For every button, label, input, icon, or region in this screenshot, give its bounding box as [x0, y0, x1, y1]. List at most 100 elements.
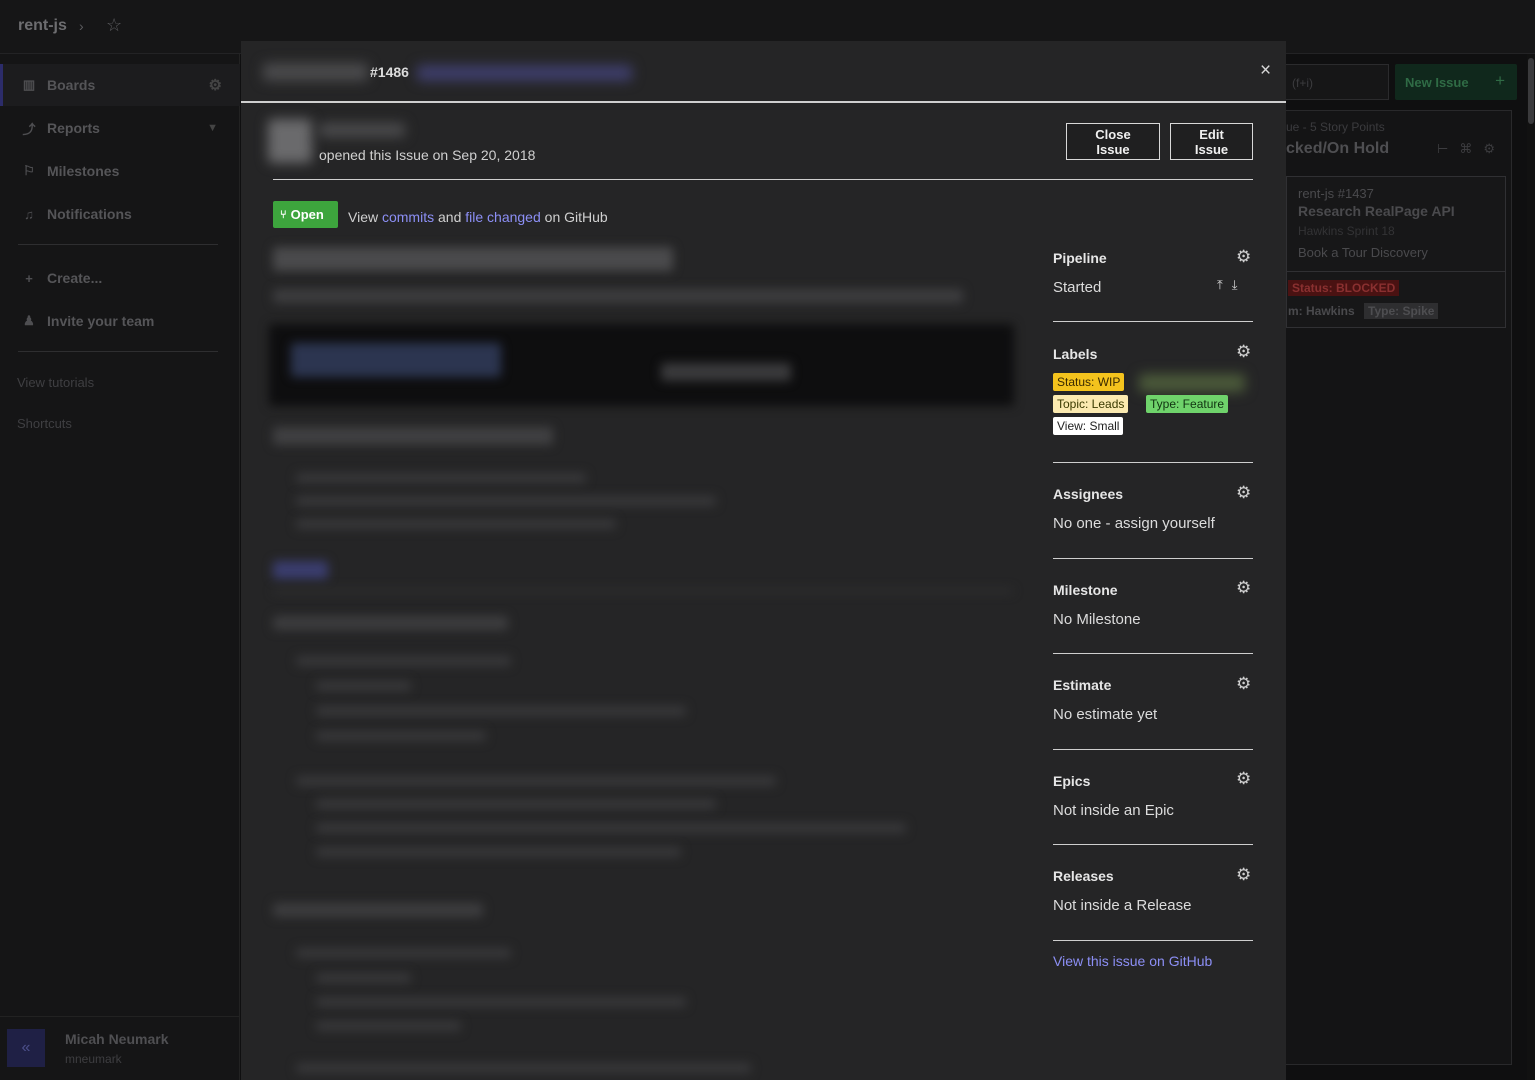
epics-value: Not inside an Epic [1053, 802, 1174, 819]
sidebar-item-reports[interactable]: ⤴ Reports ▼ [0, 107, 240, 149]
new-issue-button[interactable]: New Issue + [1395, 64, 1517, 100]
epics-title: Epics [1053, 773, 1091, 789]
plus-icon: + [25, 270, 33, 286]
sidebar-divider [18, 351, 218, 352]
sidebar-item-label: Invite your team [47, 313, 155, 329]
sidebar-item-create[interactable]: + Create... [0, 257, 240, 299]
github-commits-line: View commits and file changed on GitHub [348, 209, 608, 225]
pull-request-icon: ⑂ [280, 208, 287, 221]
sidebar-item-label: Boards [47, 77, 96, 93]
new-issue-label: New Issue [1405, 75, 1469, 90]
label-blurred [1139, 374, 1245, 392]
chevron-right-icon: › [79, 18, 84, 34]
view-tutorials-link[interactable]: View tutorials [17, 375, 94, 390]
panel-divider [1053, 940, 1253, 941]
board-search-input[interactable]: (f+i) [1283, 64, 1389, 100]
repo-name[interactable]: rent-js [18, 17, 67, 35]
open-label: Open [290, 207, 324, 222]
column-story-points: ue - 5 Story Points [1286, 120, 1385, 134]
sidebar-divider [18, 244, 218, 245]
shortcuts-link[interactable]: Shortcuts [17, 416, 72, 431]
sidebar-item-label: Notifications [47, 206, 132, 222]
panel-divider [1053, 462, 1253, 463]
sidebar-item-boards[interactable]: ▥ Boards ⚙ [0, 64, 240, 106]
panel-divider [1053, 558, 1253, 559]
sidebar-item-notifications[interactable]: ♫ Notifications [0, 193, 240, 235]
author-name-blurred [319, 123, 405, 137]
milestone-value: No Milestone [1053, 611, 1141, 628]
user-name: Micah Neumark [65, 1031, 169, 1047]
opened-info: opened this Issue on Sep 20, 2018 [319, 147, 536, 163]
move-top-bottom-icon[interactable]: ⤒⤓ [1217, 277, 1247, 293]
gear-icon[interactable]: ⚙ [209, 76, 222, 94]
card-divider [1287, 271, 1505, 272]
panel-divider [1053, 749, 1253, 750]
repo-name-blurred [263, 63, 368, 81]
releases-value: Not inside a Release [1053, 897, 1192, 914]
reports-icon: ⤴ [22, 121, 36, 137]
card-sprint: Hawkins Sprint 18 [1298, 224, 1395, 238]
gear-icon[interactable]: ⚙ [1236, 769, 1251, 789]
gear-icon[interactable]: ⚙ [1236, 865, 1251, 885]
issue-card[interactable]: rent-js #1437 Research RealPage API Hawk… [1286, 176, 1506, 328]
assignees-title: Assignees [1053, 486, 1124, 502]
collapse-sidebar-button[interactable]: « [7, 1029, 45, 1067]
issue-modal: #1486 × opened this Issue on Sep 20, 201… [241, 41, 1286, 1080]
estimate-value: No estimate yet [1053, 706, 1158, 723]
milestone-title: Milestone [1053, 582, 1118, 598]
sidebar-item-label: Reports [47, 120, 100, 136]
gear-icon[interactable]: ⚙ [1236, 578, 1251, 598]
plus-icon: + [1495, 71, 1505, 90]
card-team: m: Hawkins [1288, 304, 1355, 318]
issue-title-blurred [417, 65, 632, 81]
column-title: cked/On Hold [1286, 140, 1390, 157]
close-icon[interactable]: × [1260, 60, 1271, 82]
gear-icon[interactable]: ⚙ [1236, 674, 1251, 694]
gear-icon[interactable]: ⚙ [1236, 247, 1251, 267]
pipeline-value[interactable]: Started [1053, 279, 1101, 296]
column-actions-icon: ⊢⌘⚙ [1437, 141, 1506, 156]
gear-icon[interactable]: ⚙ [1236, 342, 1251, 362]
view-on-github-link[interactable]: View this issue on GitHub [1053, 953, 1212, 969]
type-badge: Type: Spike [1364, 303, 1439, 319]
commits-link[interactable]: commits [382, 209, 434, 225]
scrollbar-thumb[interactable] [1528, 58, 1534, 124]
issue-number: #1486 [370, 64, 409, 80]
panel-divider [1053, 321, 1253, 322]
sidebar-item-milestones[interactable]: ⚐ Milestones [0, 150, 240, 192]
assignees-value[interactable]: No one - assign yourself [1053, 515, 1215, 532]
person-icon: ♟ [23, 313, 35, 328]
labels-title: Labels [1053, 346, 1098, 362]
label-type-feature: Type: Feature [1146, 395, 1229, 413]
star-icon[interactable]: ☆ [106, 15, 122, 36]
avatar[interactable] [268, 119, 312, 163]
panel-divider [1053, 844, 1253, 845]
chevron-down-icon: ▼ [207, 122, 218, 134]
page-scrollbar[interactable] [1527, 54, 1535, 1080]
on-github-text: on GitHub [544, 209, 608, 225]
sidebar-item-invite[interactable]: ♟ Invite your team [0, 300, 240, 342]
boards-icon: ▥ [22, 77, 36, 92]
card-title: Research RealPage API [1298, 203, 1455, 219]
sidebar: ▥ Boards ⚙ ⤴ Reports ▼ ⚐ Milestones ♫ No… [0, 54, 240, 1080]
view-text: View [348, 209, 379, 225]
sidebar-item-label: Milestones [47, 163, 120, 179]
gear-icon[interactable]: ⚙ [1236, 483, 1251, 503]
close-issue-button[interactable]: Close Issue [1066, 123, 1160, 160]
sidebar-item-label: Create... [47, 270, 103, 286]
card-repo-number: rent-js #1437 [1298, 186, 1374, 201]
modal-header: #1486 × [241, 41, 1286, 103]
edit-issue-button[interactable]: Edit Issue [1170, 123, 1253, 160]
releases-title: Releases [1053, 868, 1114, 884]
label-status-wip: Status: WIP [1053, 373, 1125, 391]
milestones-icon: ⚐ [23, 163, 35, 178]
user-footer: « Micah Neumark mneumark [0, 1016, 240, 1080]
card-epic: Book a Tour Discovery [1298, 245, 1428, 260]
and-text: and [438, 209, 462, 225]
header-divider [273, 179, 1253, 180]
bell-icon: ♫ [24, 206, 34, 222]
file-changed-link[interactable]: file changed [465, 209, 541, 225]
status-badge: Status: BLOCKED [1288, 280, 1400, 296]
pipeline-title: Pipeline [1053, 250, 1107, 266]
panel-divider [1053, 653, 1253, 654]
